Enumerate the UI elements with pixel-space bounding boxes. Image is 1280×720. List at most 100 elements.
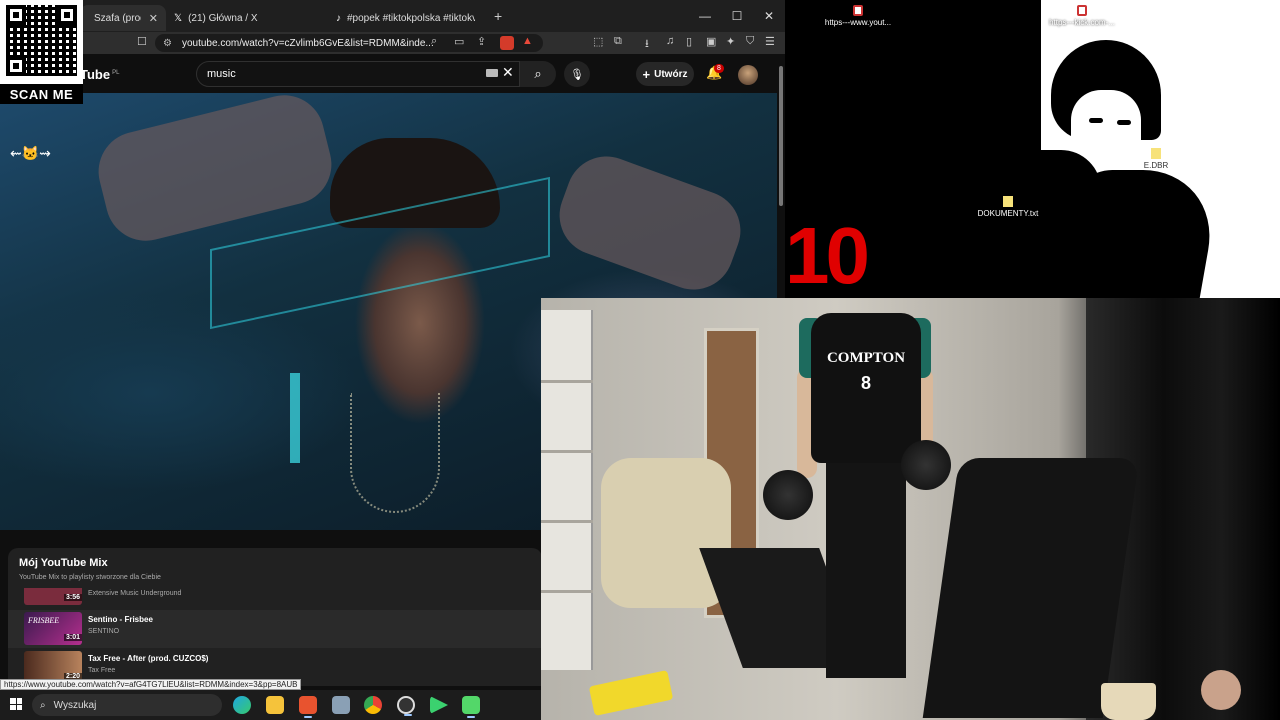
search-icon: ⌕: [534, 66, 542, 81]
scrollbar-thumb[interactable]: [779, 66, 783, 206]
shortcut-icon: [1077, 5, 1087, 16]
wallpaper-body: [1049, 170, 1223, 298]
notification-badge: 8: [714, 64, 724, 73]
sidebar-icon[interactable]: ▯: [686, 35, 692, 48]
new-tab-button[interactable]: +: [494, 8, 502, 24]
download-icon[interactable]: ⭳: [645, 35, 649, 54]
tab-bar: Szafa (prod. VB) ✕ 𝕏 (21) Główna / X ♪ #…: [0, 0, 785, 32]
video-hand-left: [90, 93, 340, 250]
desktop-shortcut[interactable]: https---www.yout...: [823, 5, 893, 27]
qr-finder: [57, 5, 77, 25]
logo-text: Tube: [80, 67, 111, 82]
bookshelf: [541, 310, 593, 670]
keyboard-icon[interactable]: [486, 69, 498, 77]
desktop-shortcut[interactable]: https---kick.com-...: [1047, 5, 1117, 27]
site-info-icon[interactable]: ⚙: [163, 38, 172, 49]
duration-badge: 3:01: [64, 634, 83, 641]
dumbbell: [901, 440, 951, 490]
brave-shields-icon[interactable]: [500, 36, 514, 50]
shelf-board: [541, 450, 593, 453]
clear-search-icon[interactable]: ✕: [502, 64, 514, 81]
close-tab-icon[interactable]: ✕: [149, 12, 158, 25]
extensions-icon[interactable]: ⬚: [593, 35, 603, 48]
share-icon[interactable]: ⇪: [477, 35, 486, 48]
scan-me-label: SCAN ME: [0, 84, 83, 104]
thumbnail-text: FRISBEE: [28, 616, 60, 625]
search-icon: ⌕: [40, 699, 46, 711]
tab-youtube[interactable]: Szafa (prod. VB) ✕: [80, 5, 166, 31]
file-icon: [1003, 196, 1013, 207]
windows-start-icon[interactable]: [10, 698, 22, 710]
shelf-board: [541, 520, 593, 523]
taskbar-search-placeholder: Wyszukaj: [53, 699, 97, 711]
desktop: 10 https---www.yout... https---kick.com-…: [785, 0, 1280, 298]
taskbar-search[interactable]: ⌕ Wyszukaj: [32, 694, 222, 716]
address-text: youtube.com/watch?v=cZvlimb6GvE&list=RDM…: [181, 37, 434, 49]
nav-bar: ☐ ⚙ youtube.com/watch?v=cZvlimb6GvE&list…: [0, 32, 785, 54]
file-icon: [1151, 148, 1161, 159]
wallet-icon[interactable]: ▣: [706, 35, 716, 48]
brave-rewards-icon[interactable]: ▲: [522, 35, 533, 47]
cast-icon[interactable]: ▭: [454, 35, 464, 48]
playlist-subtitle: YouTube Mix to playlisty stworzone dla C…: [19, 574, 161, 581]
desktop-icon-label: E.DBR: [1143, 161, 1169, 170]
shelf-board: [541, 590, 593, 593]
desktop-file[interactable]: DOKUMENTY.txt: [973, 196, 1043, 218]
youtube-logo[interactable]: Tube PL: [80, 67, 119, 82]
video-chain: [350, 393, 440, 513]
chat-icon[interactable]: [462, 696, 480, 718]
page-scrollbar[interactable]: [777, 56, 785, 206]
tab-x[interactable]: 𝕏 (21) Główna / X: [166, 5, 328, 31]
playlist-item[interactable]: FRISBEE 3:01 Sentino - Frisbee SENTINO: [8, 610, 542, 648]
chrome-icon[interactable]: [364, 696, 382, 714]
streamer-face: [1201, 670, 1241, 710]
shelf-board: [541, 380, 593, 383]
x-logo-icon: 𝕏: [174, 12, 183, 24]
tab-label: (21) Główna / X: [188, 12, 258, 24]
desktop-icon-label: https---www.yout...: [824, 18, 892, 27]
voice-search-button[interactable]: 🎙: [564, 61, 590, 87]
desktop-file[interactable]: E.DBR: [1121, 148, 1191, 170]
desktop-icon-label: DOKUMENTY.txt: [977, 209, 1039, 218]
tab-tiktok[interactable]: ♪ #popek #tiktokpolska #tiktokviral #g: [328, 5, 484, 31]
jersey-text: COMPTON: [826, 350, 906, 366]
item-artist: Extensive Music Underground: [88, 590, 182, 597]
create-button[interactable]: + Utwórz: [636, 62, 694, 86]
wallpaper-eye: [1089, 118, 1103, 123]
menu-icon[interactable]: ☰: [765, 35, 775, 48]
region-label: PL: [112, 69, 120, 76]
item-title: Sentino - Frisbee: [88, 615, 153, 624]
qr-finder: [6, 5, 26, 25]
playlist-item[interactable]: 3:56 Extensive Music Underground: [8, 588, 542, 608]
item-artist: Tax Free: [88, 667, 116, 674]
jersey-number: 8: [860, 373, 871, 393]
music-icon[interactable]: ♫: [666, 35, 674, 47]
create-label: Utwórz: [654, 68, 688, 80]
bookmark-icon[interactable]: ☐: [137, 35, 147, 48]
webcam-feed: COMPTON 8: [541, 298, 1280, 720]
gaming-chair: [922, 458, 1140, 718]
edge-icon[interactable]: [233, 696, 251, 714]
person-legs: [826, 458, 906, 678]
dumbbell: [763, 470, 813, 520]
search-button[interactable]: ⌕: [520, 61, 556, 87]
minimize-button[interactable]: —: [689, 0, 721, 32]
screenshot-icon[interactable]: ⧉: [614, 35, 622, 48]
close-window-button[interactable]: ✕: [753, 0, 785, 32]
status-url: https://www.youtube.com/watch?v=afG4TG7L…: [0, 679, 302, 690]
tab-label: Szafa (prod. VB): [94, 12, 141, 24]
window-controls: — ☐ ✕: [689, 0, 785, 32]
brave-icon[interactable]: [299, 696, 317, 718]
youtube-header: Tube PL music ✕ ⌕ 🎙 + Utwórz 🔔: [0, 56, 777, 92]
search-input[interactable]: music: [196, 61, 520, 87]
vpn-icon[interactable]: ⛉: [746, 35, 754, 48]
countdown-number: 10: [785, 211, 870, 298]
app-icon[interactable]: [332, 696, 350, 714]
maximize-button[interactable]: ☐: [721, 0, 753, 32]
leo-icon[interactable]: ✦: [726, 35, 735, 48]
terminal-icon[interactable]: [430, 696, 448, 714]
obs-icon[interactable]: [397, 696, 415, 716]
avatar[interactable]: [738, 65, 758, 85]
file-explorer-icon[interactable]: [266, 696, 284, 714]
zoom-icon[interactable]: ⌕: [431, 35, 437, 48]
